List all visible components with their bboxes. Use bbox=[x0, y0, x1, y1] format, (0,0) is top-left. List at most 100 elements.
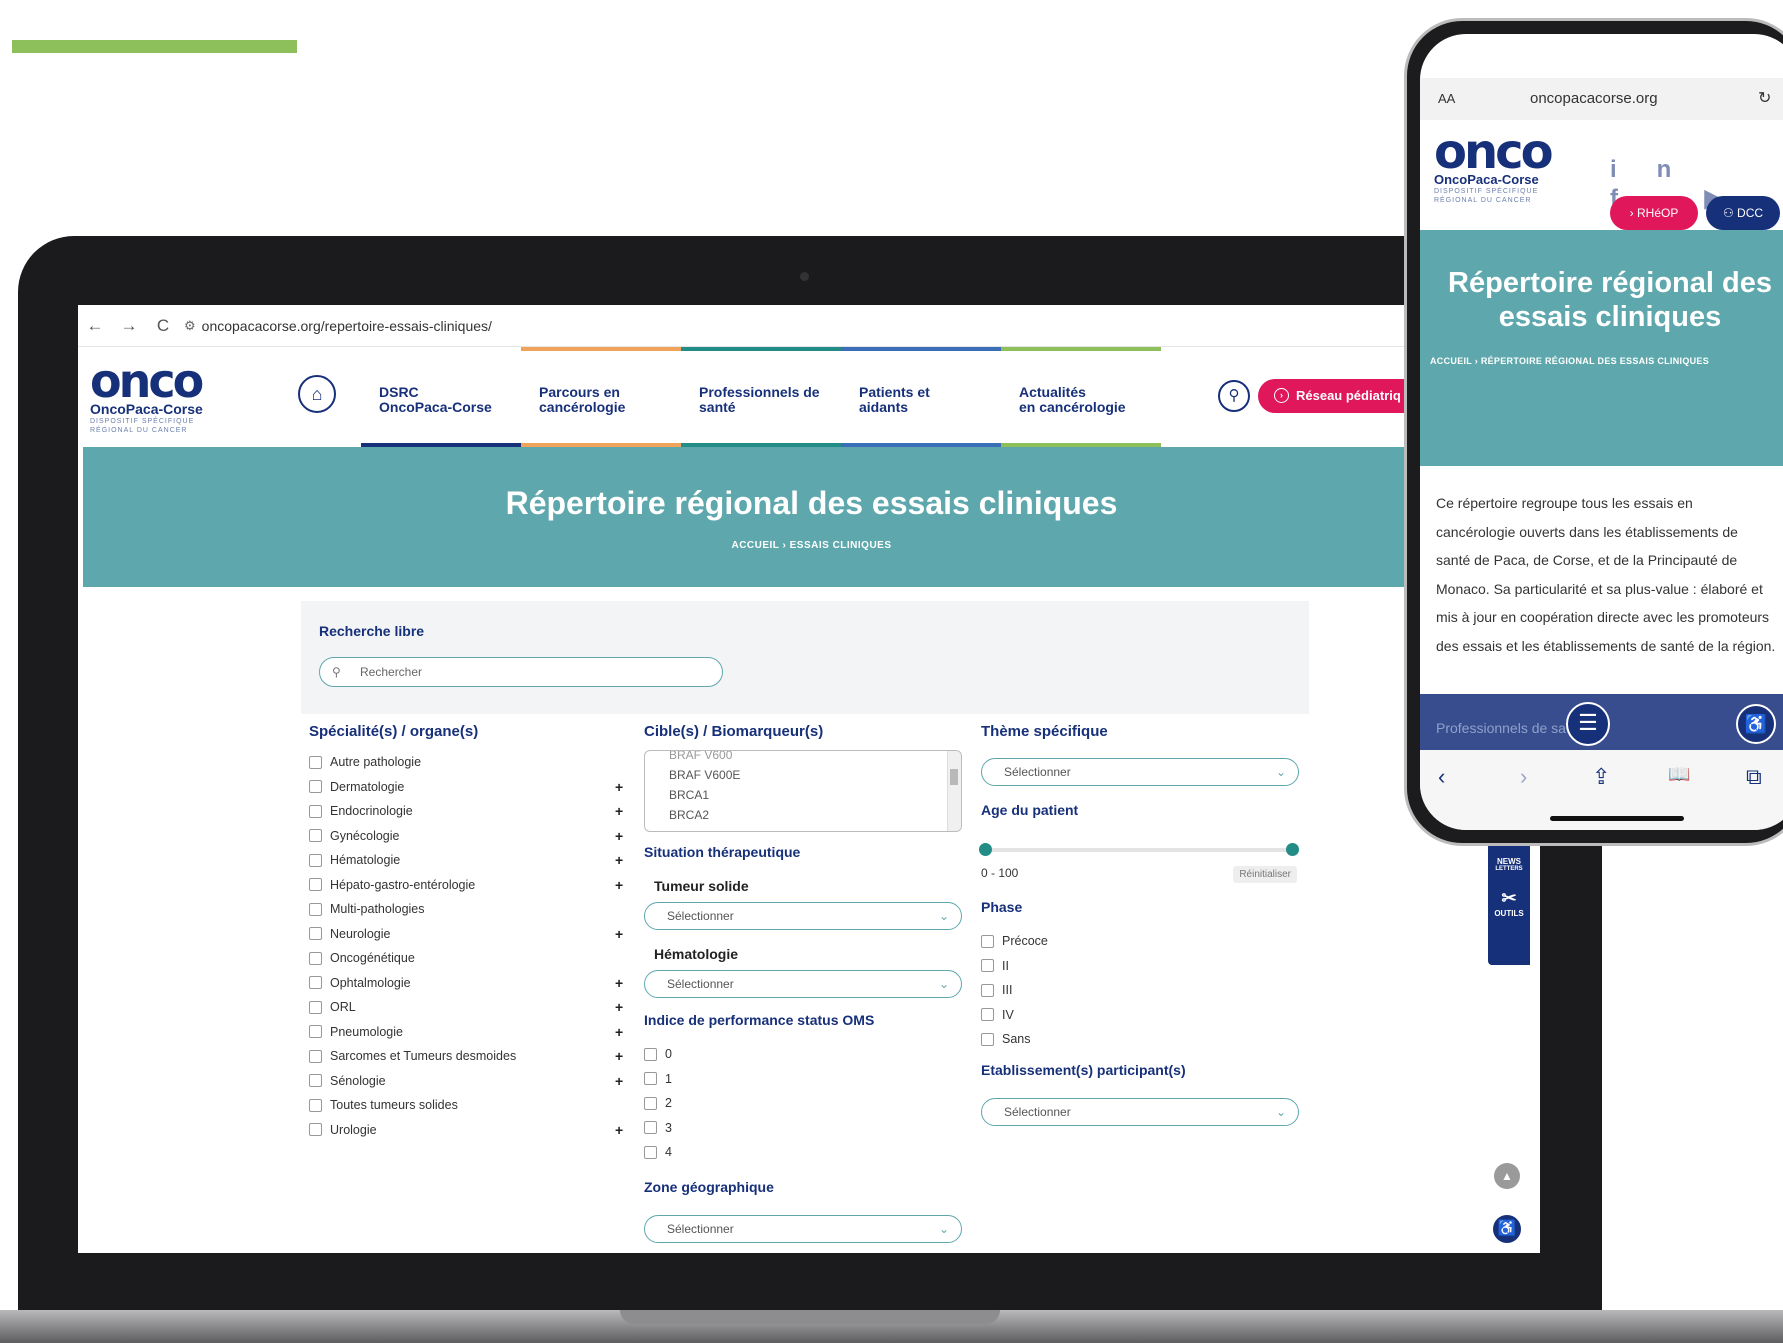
checkbox-row[interactable]: Multi-pathologies bbox=[309, 897, 649, 922]
expand-plus-icon[interactable]: + bbox=[615, 828, 623, 844]
checkbox-row[interactable]: 4 bbox=[644, 1140, 974, 1165]
checkbox-row[interactable]: 0 bbox=[644, 1042, 974, 1067]
scroll-top-icon[interactable]: ▲ bbox=[1494, 1163, 1520, 1189]
dcc-button[interactable]: ⚇ DCC bbox=[1706, 196, 1780, 230]
checkbox[interactable] bbox=[981, 959, 994, 973]
expand-plus-icon[interactable]: + bbox=[615, 779, 623, 795]
checkbox-row[interactable]: Toutes tumeurs solides bbox=[309, 1093, 649, 1118]
checkbox[interactable] bbox=[644, 1096, 657, 1110]
checkbox[interactable] bbox=[309, 878, 322, 892]
menu-item-patients[interactable]: Patients et aidants bbox=[841, 347, 1001, 447]
accessibility-icon[interactable]: ♿ bbox=[1491, 1213, 1523, 1245]
back-icon[interactable]: ← bbox=[78, 316, 112, 336]
tabs-icon[interactable]: ⧉ bbox=[1746, 764, 1762, 790]
checkbox[interactable] bbox=[309, 976, 322, 990]
listbox-option[interactable]: BRCA1 bbox=[669, 785, 961, 805]
checkbox[interactable] bbox=[981, 1032, 994, 1046]
checkbox-row[interactable]: Hématologie + bbox=[309, 848, 649, 873]
reset-button[interactable]: Réinitialiser bbox=[1233, 866, 1297, 883]
checkbox-row[interactable]: Dermatologie + bbox=[309, 775, 649, 800]
home-icon[interactable]: ⌂ bbox=[298, 375, 336, 413]
checkbox-row[interactable]: Hépato-gastro-entérologie + bbox=[309, 873, 649, 898]
listbox-option[interactable]: BRAF V600 bbox=[669, 751, 961, 765]
checkbox-row[interactable]: Autre pathologie bbox=[309, 750, 649, 775]
hemato-select[interactable]: Sélectionner ⌄ bbox=[644, 970, 962, 998]
checkbox[interactable] bbox=[309, 1098, 322, 1112]
checkbox[interactable] bbox=[981, 983, 994, 997]
checkbox[interactable] bbox=[309, 927, 322, 941]
expand-plus-icon[interactable]: + bbox=[615, 1024, 623, 1040]
age-slider[interactable] bbox=[979, 843, 1299, 856]
bookmarks-icon[interactable]: 📖 bbox=[1668, 764, 1690, 785]
checkbox[interactable] bbox=[309, 780, 322, 794]
biomarker-listbox[interactable]: BRAF V600 BRAF V600E BRCA1 BRCA2 bbox=[644, 750, 962, 832]
checkbox-row[interactable]: 1 bbox=[644, 1067, 974, 1092]
age-slider-max-handle[interactable] bbox=[1286, 843, 1299, 856]
site-settings-icon[interactable]: ⚙ bbox=[184, 318, 196, 334]
checkbox-row[interactable]: Ophtalmologie + bbox=[309, 971, 649, 996]
checkbox[interactable] bbox=[309, 853, 322, 867]
scrollbar-thumb[interactable] bbox=[950, 769, 958, 785]
checkbox[interactable] bbox=[309, 902, 322, 916]
listbox-option[interactable]: BRAF V600E bbox=[669, 765, 961, 785]
checkbox[interactable] bbox=[981, 934, 994, 948]
reload-icon[interactable]: ↻ bbox=[1758, 78, 1771, 120]
checkbox[interactable] bbox=[644, 1072, 657, 1086]
search-input[interactable]: ⚲ Rechercher bbox=[319, 657, 723, 687]
reload-icon[interactable]: C bbox=[146, 316, 180, 336]
theme-select[interactable]: Sélectionner ⌄ bbox=[981, 758, 1299, 786]
checkbox[interactable] bbox=[309, 1123, 322, 1137]
checkbox[interactable] bbox=[644, 1145, 657, 1159]
rheop-button[interactable]: › RHéOP bbox=[1610, 196, 1698, 230]
checkbox[interactable] bbox=[309, 951, 322, 965]
expand-plus-icon[interactable]: + bbox=[615, 999, 623, 1015]
checkbox-row[interactable]: Pneumologie + bbox=[309, 1020, 649, 1045]
back-icon[interactable]: ‹ bbox=[1438, 764, 1445, 790]
checkbox[interactable] bbox=[644, 1121, 657, 1135]
site-logo[interactable]: onco OncoPaca-Corse DISPOSITIF SPÉCIFIQU… bbox=[1434, 128, 1554, 205]
site-logo[interactable]: onco OncoPaca-Corse DISPOSITIF SPÉCIFIQU… bbox=[90, 358, 220, 435]
checkbox-row[interactable]: Gynécologie + bbox=[309, 824, 649, 849]
menu-item-parcours[interactable]: Parcours en cancérologie bbox=[521, 347, 681, 447]
listbox-option[interactable]: BRCA2 bbox=[669, 805, 961, 825]
checkbox-row[interactable]: Sénologie + bbox=[309, 1069, 649, 1094]
expand-plus-icon[interactable]: + bbox=[615, 852, 623, 868]
expand-plus-icon[interactable]: + bbox=[615, 1122, 623, 1138]
etab-select[interactable]: Sélectionner ⌄ bbox=[981, 1097, 1299, 1126]
checkbox-row[interactable]: ORL + bbox=[309, 995, 649, 1020]
checkbox[interactable] bbox=[981, 1008, 994, 1022]
listbox-scrollbar[interactable] bbox=[947, 751, 961, 831]
menu-item-professionnels[interactable]: Professionnels de santé bbox=[681, 347, 841, 447]
menu-item-dsrc[interactable]: DSRC OncoPaca-Corse bbox=[361, 347, 521, 447]
phone-url[interactable]: oncopacacorse.org bbox=[1530, 78, 1658, 120]
checkbox[interactable] bbox=[309, 1049, 322, 1063]
age-slider-min-handle[interactable] bbox=[979, 843, 992, 856]
address-bar[interactable]: oncopacacorse.org/repertoire-essais-clin… bbox=[202, 318, 492, 334]
checkbox-row[interactable]: Sans bbox=[981, 1027, 1321, 1052]
zone-select[interactable]: Sélectionner ⌄ bbox=[644, 1214, 962, 1243]
expand-plus-icon[interactable]: + bbox=[615, 975, 623, 991]
checkbox-row[interactable]: 3 bbox=[644, 1116, 974, 1141]
checkbox[interactable] bbox=[309, 829, 322, 843]
tumeur-select[interactable]: Sélectionner ⌄ bbox=[644, 902, 962, 930]
breadcrumb[interactable]: ACCUEIL › ESSAIS CLINIQUES bbox=[83, 540, 1540, 551]
checkbox[interactable] bbox=[309, 1025, 322, 1039]
forward-icon[interactable]: › bbox=[1520, 764, 1527, 790]
checkbox-row[interactable]: Précoce bbox=[981, 929, 1321, 954]
expand-plus-icon[interactable]: + bbox=[615, 877, 623, 893]
accessibility-icon[interactable]: ♿ bbox=[1736, 704, 1776, 744]
text-size-button[interactable]: AA bbox=[1438, 78, 1455, 120]
checkbox-row[interactable]: III bbox=[981, 978, 1321, 1003]
forward-icon[interactable]: → bbox=[112, 316, 146, 336]
checkbox-row[interactable]: IV bbox=[981, 1003, 1321, 1028]
expand-plus-icon[interactable]: + bbox=[615, 1048, 623, 1064]
checkbox[interactable] bbox=[309, 1074, 322, 1088]
phone-breadcrumb[interactable]: ACCUEIL › RÉPERTOIRE RÉGIONAL DES ESSAIS… bbox=[1420, 356, 1783, 366]
menu-item-actualites[interactable]: Actualités en cancérologie bbox=[1001, 347, 1161, 447]
checkbox-row[interactable]: Neurologie + bbox=[309, 922, 649, 947]
checkbox[interactable] bbox=[644, 1047, 657, 1061]
expand-plus-icon[interactable]: + bbox=[615, 1073, 623, 1089]
menu-icon[interactable]: ☰ bbox=[1566, 702, 1610, 746]
checkbox[interactable] bbox=[309, 755, 322, 769]
expand-plus-icon[interactable]: + bbox=[615, 803, 623, 819]
